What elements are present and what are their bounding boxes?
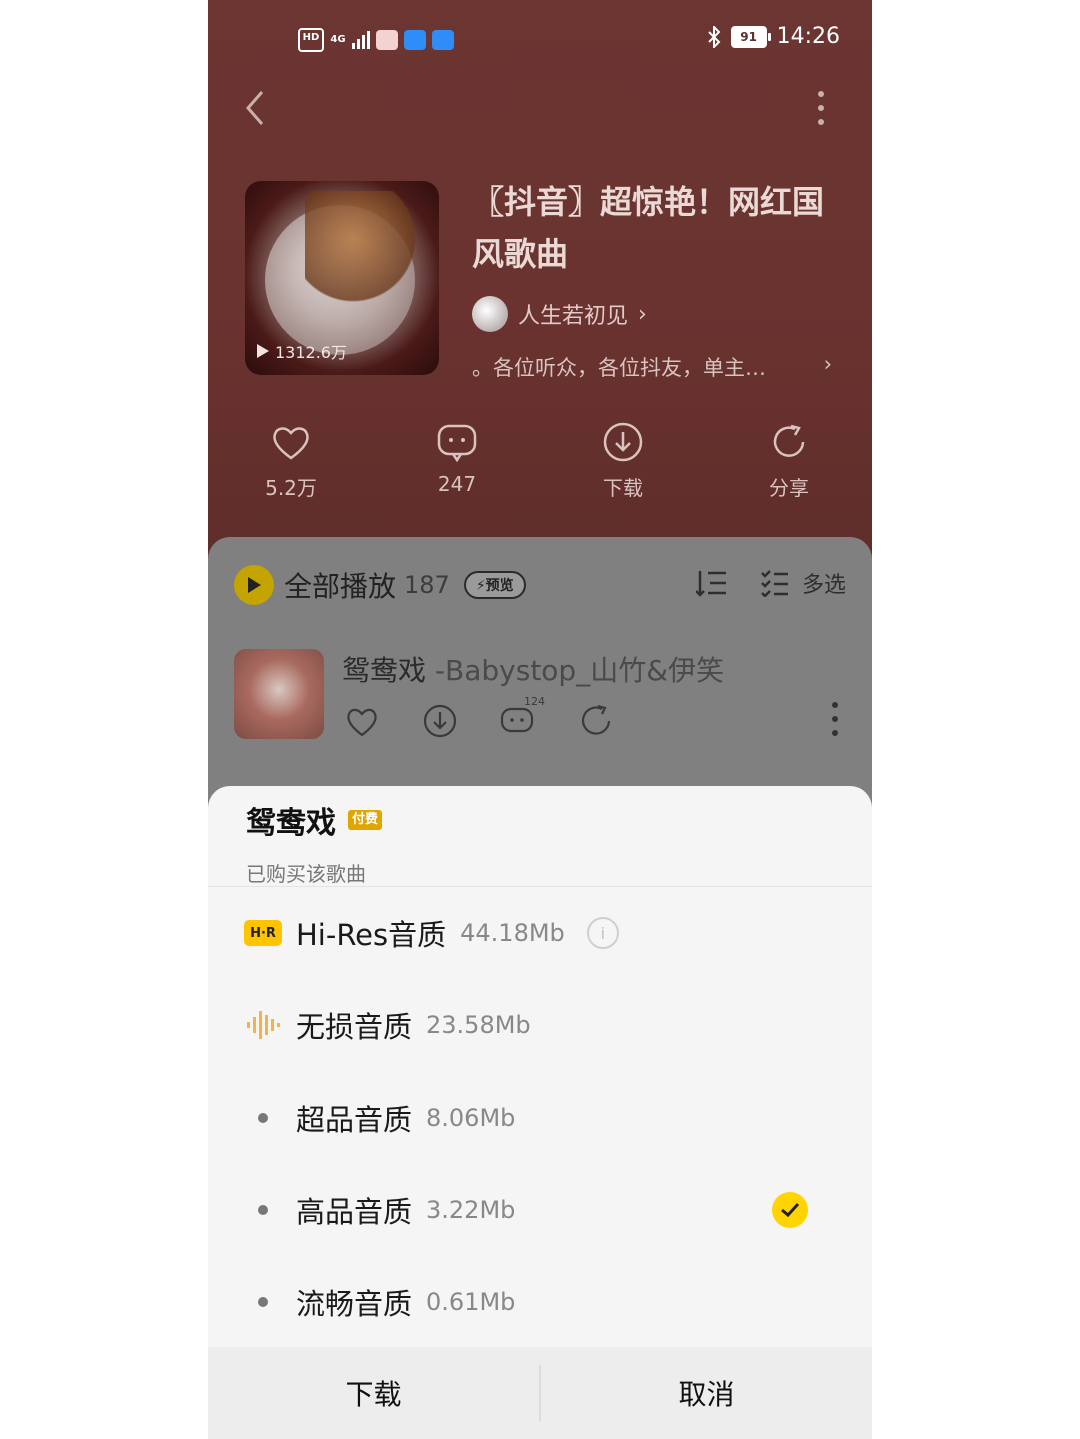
info-icon[interactable]: i bbox=[586, 917, 619, 949]
sheet-header: 鸳鸯戏 付费 已购买该歌曲 bbox=[246, 798, 383, 887]
playlist-cover[interactable]: 1312.6万 bbox=[245, 181, 439, 375]
chevron-right-icon: › bbox=[638, 301, 647, 327]
song-actions: 124 bbox=[342, 695, 616, 741]
list-item[interactable]: 鸳鸯戏 -Babystop_山竹&伊笑 124 bbox=[234, 649, 846, 741]
quality-option-hires[interactable]: H·R Hi-Res音质 44.18Mb i bbox=[244, 903, 844, 963]
song-share-button[interactable] bbox=[576, 701, 616, 741]
status-bar: HD 4G 91 14:26 bbox=[208, 20, 872, 64]
check-icon bbox=[772, 1192, 808, 1228]
hd-icon: HD bbox=[298, 28, 324, 52]
clock: 14:26 bbox=[776, 24, 840, 49]
download-icon bbox=[423, 704, 457, 738]
hires-icon: H·R bbox=[244, 920, 282, 946]
multi-select-button[interactable]: 多选 bbox=[760, 567, 846, 599]
song-more-icon[interactable] bbox=[830, 701, 840, 737]
list-tools: 多选 bbox=[695, 567, 846, 599]
quality-option-smooth[interactable]: 流畅音质 0.61Mb bbox=[244, 1272, 844, 1332]
heart-icon bbox=[347, 708, 377, 737]
share-icon bbox=[581, 704, 611, 735]
comment-icon bbox=[437, 424, 477, 463]
search-app-icon bbox=[404, 30, 426, 50]
divider bbox=[208, 886, 872, 887]
author-link[interactable]: 人生若初见 › bbox=[472, 296, 647, 332]
signal-icon bbox=[352, 31, 370, 49]
bluetooth-icon bbox=[707, 25, 721, 48]
multi-select-icon bbox=[761, 570, 788, 597]
song-download-button[interactable] bbox=[420, 701, 460, 741]
song-title: 鸳鸯戏 -Babystop_山竹&伊笑 bbox=[342, 654, 725, 687]
comment-count: 124 bbox=[524, 695, 545, 708]
cancel-button[interactable]: 取消 bbox=[541, 1347, 872, 1439]
play-small-icon bbox=[257, 344, 269, 358]
song-thumbnail bbox=[234, 649, 324, 739]
comment-button[interactable]: 247 bbox=[374, 420, 540, 510]
like-button[interactable]: 5.2万 bbox=[208, 420, 374, 510]
play-all-label[interactable]: 全部播放 bbox=[284, 565, 396, 605]
phone-screen: HD 4G 91 14:26 1312.6万 〖抖音〗超惊艳！网红国风歌曲 人生… bbox=[208, 0, 872, 1439]
quality-option-lossless[interactable]: 无损音质 23.58Mb bbox=[244, 995, 844, 1055]
back-icon[interactable] bbox=[242, 88, 272, 128]
play-all-button[interactable] bbox=[234, 565, 274, 605]
app-notify-icon bbox=[376, 30, 398, 50]
song-comment-button[interactable]: 124 bbox=[498, 695, 545, 741]
playlist-header: HD 4G 91 14:26 1312.6万 〖抖音〗超惊艳！网红国风歌曲 人生… bbox=[208, 0, 872, 560]
sheet-song-title: 鸳鸯戏 bbox=[246, 806, 336, 841]
download-icon bbox=[603, 422, 643, 462]
network-type: 4G bbox=[330, 34, 346, 45]
preview-badge[interactable]: ⚡预览 bbox=[463, 571, 526, 599]
action-bar: 5.2万 247 下载 分享 bbox=[208, 420, 872, 510]
quality-option-high[interactable]: 高品音质 3.22Mb bbox=[244, 1180, 844, 1240]
quality-option-super[interactable]: 超品音质 8.06Mb bbox=[244, 1088, 844, 1148]
purchase-status: 已购买该歌曲 bbox=[246, 862, 366, 886]
cloud-app-icon bbox=[432, 30, 454, 50]
share-button[interactable]: 分享 bbox=[706, 420, 872, 510]
play-count: 1312.6万 bbox=[257, 339, 347, 363]
avatar bbox=[472, 296, 508, 332]
share-icon bbox=[773, 424, 805, 457]
playlist-title: 〖抖音〗超惊艳！网红国风歌曲 bbox=[472, 183, 825, 273]
more-icon[interactable] bbox=[816, 90, 826, 126]
play-icon bbox=[248, 577, 261, 593]
waveform-icon bbox=[247, 1011, 280, 1039]
download-button[interactable]: 下载 bbox=[208, 1347, 539, 1439]
song-count: 187 bbox=[404, 571, 450, 599]
author-name: 人生若初见 bbox=[518, 304, 629, 329]
bullet-icon bbox=[244, 1113, 282, 1123]
bullet-icon bbox=[244, 1205, 282, 1215]
paid-badge: 付费 bbox=[348, 810, 383, 830]
download-action-button[interactable]: 下载 bbox=[540, 420, 706, 510]
playlist-description[interactable]: 。各位听众，各位抖友，单主… › bbox=[472, 352, 832, 382]
bullet-icon bbox=[244, 1297, 282, 1307]
sheet-footer: 下载 取消 bbox=[208, 1347, 872, 1439]
chevron-right-icon: › bbox=[823, 352, 832, 376]
song-like-button[interactable] bbox=[342, 701, 382, 741]
sort-icon[interactable] bbox=[695, 569, 728, 597]
download-quality-sheet: 鸳鸯戏 付费 已购买该歌曲 H·R Hi-Res音质 44.18Mb i 无损音… bbox=[208, 786, 872, 1439]
battery-icon: 91 bbox=[730, 25, 771, 48]
heart-icon bbox=[273, 427, 309, 460]
